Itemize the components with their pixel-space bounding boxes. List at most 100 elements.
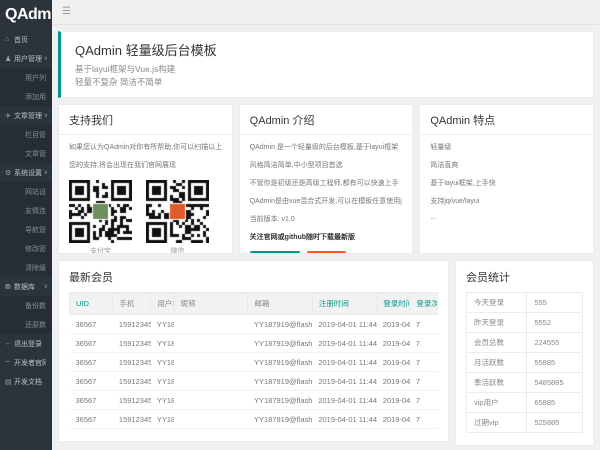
- table-cell-uid: 36567: [70, 410, 113, 429]
- sidebar-menu: ⌂ 首页 ♟ 用户管理 ∨ 用户列表 添加用户: [0, 30, 52, 391]
- table-cell-username: YY187919: [151, 372, 175, 391]
- table-cell-register-time: 2019-04-01 11:44:20: [312, 391, 376, 410]
- table-cell-nickname: [174, 391, 248, 410]
- table-cell-uid: 36567: [70, 353, 113, 372]
- table-cell-phone: 15912345678: [113, 315, 151, 334]
- table-cell-login-time: 2019-04-01 11:44:20: [377, 391, 410, 410]
- table-header-cell[interactable]: UID: [70, 293, 113, 315]
- chevron-down-icon: ∨: [44, 169, 48, 176]
- sidebar-item[interactable]: 用户列表: [0, 68, 52, 87]
- support-text-2: 您的支持,将会出现在我们官网展现: [69, 160, 222, 170]
- member-stats-panel: 会员统计 今天登录 555 昨天登录: [455, 260, 594, 446]
- sidebar-item[interactable]: ← 退出登录: [0, 334, 52, 353]
- table-header-cell[interactable]: 用户名: [151, 293, 175, 315]
- sidebar-item-label: 开发者官网: [14, 358, 46, 368]
- support-panel: 支持我们 如果您认为QAdmin对你有所帮助,你可以扫描以上二维码支持我们! 您…: [58, 104, 233, 254]
- stat-row: vip用户 65885: [467, 393, 583, 413]
- table-header-cell[interactable]: 登录次数: [410, 293, 438, 315]
- chevron-down-icon: ∨: [44, 55, 48, 62]
- sidebar-item-label: 文章管理: [25, 149, 46, 159]
- chevron-down-icon: ∨: [44, 112, 48, 119]
- intro-title: QAdmin 介绍: [240, 105, 413, 135]
- sidebar-item[interactable]: ─ 开发者官网: [0, 353, 52, 372]
- welcome-banner: QAdmin 轻量级后台模板 基于layui框架与Vue.js构建 轻量不复杂 …: [58, 31, 594, 98]
- feature-line: 支持jq/vue/layui: [430, 196, 583, 206]
- table-header-cell[interactable]: 注册时间: [312, 293, 376, 315]
- intro-panel: QAdmin 介绍 QAdmin 是一个轻量级的后台模板,基于layui框架风格…: [239, 104, 414, 254]
- table-cell-login-time: 2019-04-01 11:44:20: [377, 315, 410, 334]
- features-title: QAdmin 特点: [420, 105, 593, 135]
- table-header-cell[interactable]: 手机: [113, 293, 151, 315]
- doc-icon: ▤: [5, 378, 14, 386]
- sidebar-item[interactable]: ▤ 开发文档: [0, 372, 52, 391]
- official-site-button[interactable]: 进入官网: [250, 251, 300, 254]
- stat-value: 555: [527, 293, 583, 313]
- table-header-cell[interactable]: 昵称: [174, 293, 248, 315]
- table-cell-username: YY187919: [151, 334, 175, 353]
- banner-line1: 基于layui框架与Vue.js构建: [75, 63, 579, 76]
- table-cell-uid: 36567: [70, 372, 113, 391]
- stat-row: 昨天登录 5552: [467, 313, 583, 333]
- table-cell-email: YY187919@flash127.com: [248, 372, 312, 391]
- sidebar-item[interactable]: 修改密码: [0, 239, 52, 258]
- alipay-qr-caption: 支付宝: [69, 246, 132, 254]
- table-cell-register-time: 2019-04-01 11:44:20: [312, 353, 376, 372]
- sidebar-item[interactable]: 网站设置: [0, 182, 52, 201]
- sidebar-item[interactable]: 文章管理: [0, 144, 52, 163]
- sidebar-item[interactable]: 还原数据库: [0, 315, 52, 334]
- stats-table: 今天登录 555 昨天登录 5552 会员总数: [466, 292, 583, 433]
- table-cell-login-time: 2019-04-01 11:44:20: [377, 353, 410, 372]
- gear-icon: ⚙: [5, 169, 14, 177]
- support-title: 支持我们: [59, 105, 232, 135]
- table-cell-login-count: 7: [410, 372, 438, 391]
- sidebar-item[interactable]: ⚙ 系统设置 ∨: [0, 163, 52, 182]
- sidebar-item[interactable]: 栏目管理: [0, 125, 52, 144]
- table-cell-login-time: 2019-04-01 11:44:20: [377, 410, 410, 429]
- sidebar-item[interactable]: ♟ 用户管理 ∨: [0, 49, 52, 68]
- sidebar-item-label: 网站设置: [25, 187, 46, 197]
- table-row: 36567 15912345678 YY187919 YY187919@flas…: [70, 353, 438, 372]
- sidebar-item[interactable]: 添加用户: [0, 87, 52, 106]
- intro-line: 风格简洁简单,中小型项目首选: [250, 160, 403, 170]
- feature-lines: 轻量级简洁直爽基于layui框架,上手快支持jq/vue/layui...: [430, 142, 583, 221]
- wechat-qr-code: [146, 180, 209, 243]
- content: QAdmin 轻量级后台模板 基于layui框架与Vue.js构建 轻量不复杂 …: [52, 25, 600, 450]
- members-header-row: UID 手机 用户名 昵称 邮箱 注册时间: [70, 293, 438, 315]
- sidebar-item[interactable]: 清除缓存: [0, 258, 52, 277]
- table-header-cell[interactable]: 邮箱: [248, 293, 312, 315]
- sidebar-item[interactable]: ✈ 文章管理 ∨: [0, 106, 52, 125]
- sidebar-item[interactable]: ⛃ 数据库 ∨: [0, 277, 52, 296]
- support-text-1: 如果您认为QAdmin对你有所帮助,你可以扫描以上二维码支持我们!: [69, 142, 222, 152]
- sidebar-item-label: 文章管理: [14, 111, 42, 121]
- menu-toggle-icon[interactable]: ☰: [62, 7, 71, 17]
- table-cell-nickname: [174, 315, 248, 334]
- table-cell-login-count: 7: [410, 334, 438, 353]
- table-cell-uid: 36567: [70, 391, 113, 410]
- intro-lines: QAdmin 是一个轻量级的后台模板,基于layui框架风格简洁简单,中小型项目…: [250, 142, 403, 224]
- table-cell-login-time: 2019-04-01 11:44:20: [377, 334, 410, 353]
- banner-line2: 轻量不复杂 简洁不简单: [75, 76, 579, 89]
- table-cell-login-time: 2019-04-01 11:44:20: [377, 372, 410, 391]
- stat-row: 过期vip 525885: [467, 413, 583, 433]
- app-logo: QAdmin: [0, 0, 52, 30]
- sidebar-item-label: 数据库: [14, 282, 42, 292]
- sidebar-item-label: 系统设置: [14, 168, 42, 178]
- members-table: UID 手机 用户名 昵称 邮箱 注册时间: [69, 292, 438, 429]
- top-bar: ☰: [52, 0, 600, 25]
- github-button[interactable]: github: [307, 251, 347, 254]
- sidebar-item[interactable]: 备份数据库: [0, 296, 52, 315]
- table-cell-register-time: 2019-04-01 11:44:20: [312, 410, 376, 429]
- sidebar-item[interactable]: 友情连接: [0, 201, 52, 220]
- main-area: ☰ QAdmin 轻量级后台模板 基于layui框架与Vue.js构建 轻量不复…: [52, 0, 600, 450]
- table-cell-nickname: [174, 372, 248, 391]
- table-cell-login-count: 7: [410, 353, 438, 372]
- table-cell-register-time: 2019-04-01 11:44:20: [312, 315, 376, 334]
- stat-value: 224555: [527, 333, 583, 353]
- features-panel: QAdmin 特点 轻量级简洁直爽基于layui框架,上手快支持jq/vue/l…: [419, 104, 594, 254]
- members-table-body: 36567 15912345678 YY187919 YY187919@flas…: [70, 315, 438, 429]
- sidebar-item[interactable]: ⌂ 首页: [0, 30, 52, 49]
- table-header-cell[interactable]: 登录时间: [377, 293, 410, 315]
- intro-line: QAdmin 是一个轻量级的后台模板,基于layui框架: [250, 142, 403, 152]
- sidebar-item[interactable]: 导航管理: [0, 220, 52, 239]
- stat-label: vip用户: [467, 393, 527, 413]
